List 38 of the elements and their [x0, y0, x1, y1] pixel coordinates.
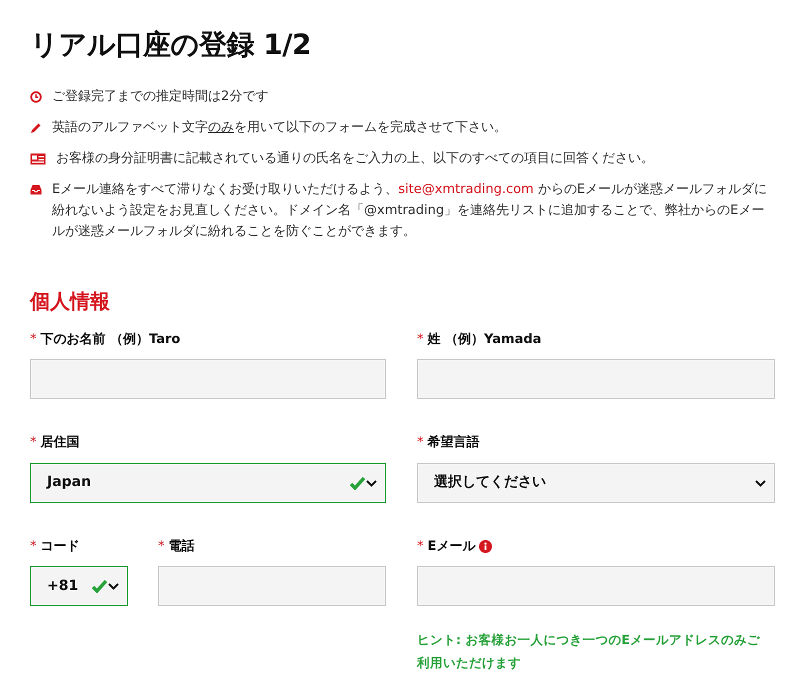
check-icon: [92, 579, 108, 594]
field-label: Eメール: [428, 538, 476, 556]
id-card-icon: [30, 152, 46, 165]
field-label: 下のお名前 （例）Taro: [40, 330, 180, 349]
input-field[interactable]: [417, 566, 775, 606]
field-label: 居住国: [40, 434, 80, 452]
pencil-icon: [30, 122, 42, 134]
required-asterisk: *: [30, 538, 36, 556]
hint-text: ヒント: お客様お一人につき一つのEメールアドレスのみご利用いただけます: [417, 631, 761, 672]
select-field[interactable]: Japan: [30, 462, 386, 503]
select-field[interactable]: 選択してください: [417, 462, 775, 503]
check-icon: [350, 476, 366, 490]
required-asterisk: *: [30, 434, 36, 452]
input-field[interactable]: [417, 359, 775, 400]
input-field[interactable]: [158, 566, 386, 606]
email-link[interactable]: site@xmtrading.com: [398, 182, 534, 197]
clock-icon: [30, 90, 42, 103]
field-label: 希望言語: [428, 434, 480, 452]
notice-text: ご登録完了までの推定時間は2分です: [52, 88, 268, 106]
section-heading: 個人情報: [30, 288, 111, 315]
select-field[interactable]: +81: [30, 566, 128, 606]
chevron-down-icon: [366, 478, 377, 487]
required-asterisk: *: [30, 330, 36, 349]
notice-text: Eメール連絡をすべて滞りなくお受け取りいただけるよう、site@xmtrading.com からのEメールが迷惑メールフォルダに紛れないよう設定をお見直しください。ドメイン名「@xmtrading」を連絡先リストに追加することで、弊社からのEメールが迷惑メールフォルダに紛れることを防ぐことができます。: [52, 180, 768, 241]
chevron-down-icon: [108, 582, 119, 590]
notice-text: 英語のアルファベット文字のみを用いて以下のフォームを完成させて下さい。: [52, 118, 507, 137]
page-title: リアル口座の登録 1/2: [30, 28, 312, 62]
input-field[interactable]: [30, 359, 386, 400]
field-label: 姓 （例）Yamada: [428, 330, 542, 349]
required-asterisk: *: [417, 434, 424, 452]
required-asterisk: *: [417, 538, 424, 556]
chevron-down-icon: [755, 478, 766, 487]
required-asterisk: *: [417, 330, 424, 349]
inbox-icon: [30, 184, 42, 196]
field-label: コード: [40, 538, 80, 556]
notice-text: お客様の身分証明書に記載されている通りの氏名をご入力の上、以下のすべての項目に回答ください。: [56, 150, 654, 168]
field-label: 電話: [168, 538, 194, 556]
required-asterisk: *: [158, 538, 164, 556]
